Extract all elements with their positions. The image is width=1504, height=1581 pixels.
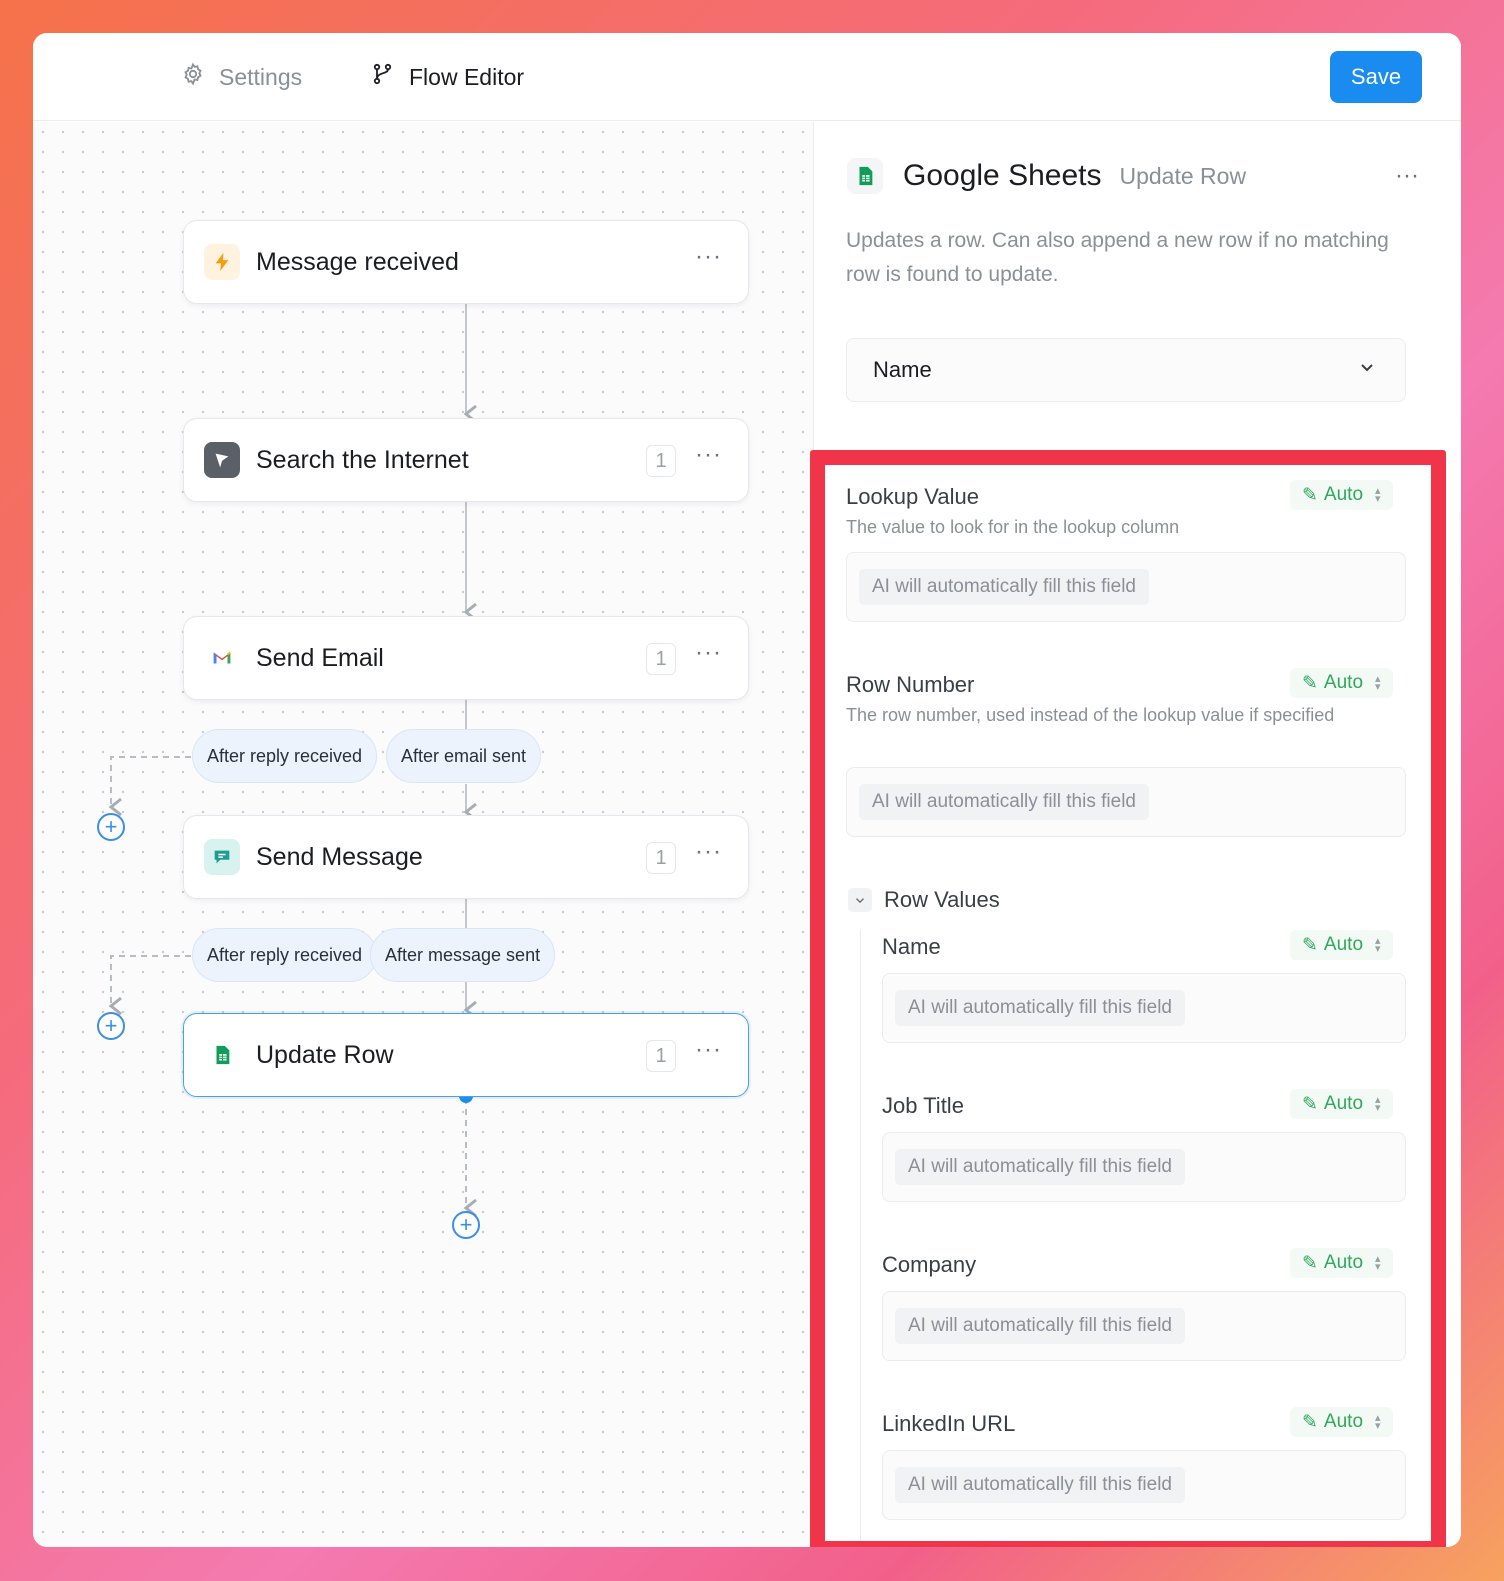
flow-node-update-row[interactable]: Update Row 1 ··· [183,1013,749,1097]
ai-fill-placeholder: AI will automatically fill this field [859,569,1149,605]
ai-fill-placeholder: AI will automatically fill this field [895,1149,1185,1185]
row-number-label: Row Number [846,672,975,697]
chat-message-icon [204,839,240,875]
node-title: Send Message [256,842,423,871]
add-step-button[interactable]: + [97,1012,125,1040]
node-count: 1 [646,445,676,477]
sort-arrows-icon: ▴ ▾ [1375,1253,1381,1273]
magic-wand-icon: ✎ [1302,1093,1318,1115]
step-config-panel: Google Sheets Update Row ··· Updates a r… [810,122,1461,1547]
tab-settings[interactable]: Settings [181,61,302,93]
auto-mode-toggle[interactable]: ✎ Auto ▴ ▾ [1290,1407,1393,1437]
row-value-linkedin-url-field[interactable]: AI will automatically fill this field [882,1450,1406,1520]
top-bar: Settings Flow Editor Save [33,33,1461,121]
lookup-column-select[interactable]: Name [846,338,1406,402]
edge-after-reply-received[interactable]: After reply received [192,928,378,982]
magic-wand-icon: ✎ [1302,672,1318,694]
node-count: 1 [646,643,676,675]
panel-title: Google Sheets [903,159,1102,192]
node-title: Search the Internet [256,445,469,474]
panel-description: Updates a row. Can also append a new row… [846,229,1389,286]
row-value-linkedin-url-label: LinkedIn URL [882,1411,1016,1436]
gear-icon [181,62,205,92]
app-window: Settings Flow Editor Save Message receiv… [33,33,1461,1547]
auto-label: Auto [1323,484,1364,505]
node-title: Message received [256,247,459,276]
auto-label: Auto [1323,934,1364,955]
add-step-button[interactable]: + [452,1211,480,1239]
auto-mode-toggle[interactable]: ✎ Auto ▴ ▾ [1290,480,1393,510]
auto-label: Auto [1323,1411,1364,1432]
ai-fill-placeholder: AI will automatically fill this field [895,1308,1185,1344]
magic-wand-icon: ✎ [1302,934,1318,956]
auto-mode-toggle[interactable]: ✎ Auto ▴ ▾ [1290,1089,1393,1119]
sort-arrows-icon: ▴ ▾ [1375,485,1381,505]
tab-settings-label: Settings [219,63,303,90]
sort-arrows-icon: ▴ ▾ [1375,673,1381,693]
lookup-value-label: Lookup Value [846,484,979,509]
flow-canvas[interactable]: Message received ··· Search the Internet… [33,122,814,1547]
magic-wand-icon: ✎ [1302,484,1318,506]
node-more-button[interactable]: ··· [695,639,722,667]
tab-flow-editor-label: Flow Editor [409,63,525,90]
auto-mode-toggle[interactable]: ✎ Auto ▴ ▾ [1290,1248,1393,1278]
panel-subtitle: Update Row [1119,162,1247,189]
node-count: 1 [646,1040,676,1072]
lightning-icon [204,244,240,280]
row-value-company-field[interactable]: AI will automatically fill this field [882,1291,1406,1361]
flow-node-send-message[interactable]: Send Message 1 ··· [183,815,749,899]
flow-branch-icon [371,62,395,92]
auto-label: Auto [1323,672,1364,693]
auto-mode-toggle[interactable]: ✎ Auto ▴ ▾ [1290,668,1393,698]
auto-label: Auto [1323,1252,1364,1273]
panel-header: Google Sheets Update Row [847,158,1246,194]
auto-label: Auto [1323,1093,1364,1114]
sort-arrows-icon: ▴ ▾ [1375,935,1381,955]
chevron-down-icon [856,898,864,904]
magic-wand-icon: ✎ [1302,1411,1318,1433]
magic-wand-icon: ✎ [1302,1252,1318,1274]
search-internet-icon [204,442,240,478]
row-value-job-title-field[interactable]: AI will automatically fill this field [882,1132,1406,1202]
edge-after-reply-received[interactable]: After reply received [192,729,378,783]
ai-fill-placeholder: AI will automatically fill this field [895,1467,1185,1503]
tab-flow-editor[interactable]: Flow Editor [371,61,524,93]
ai-fill-placeholder: AI will automatically fill this field [895,990,1185,1026]
row-number-field[interactable]: AI will automatically fill this field [846,767,1406,837]
flow-node-message-received[interactable]: Message received ··· [183,220,749,304]
chevron-down-icon [1361,364,1373,372]
node-more-button[interactable]: ··· [695,1036,722,1064]
google-sheets-icon [847,158,883,194]
row-value-name-label: Name [882,934,941,959]
add-step-button[interactable]: + [97,813,125,841]
google-sheets-icon [204,1037,240,1073]
sort-arrows-icon: ▴ ▾ [1375,1094,1381,1114]
row-values-label: Row Values [884,887,1000,912]
select-value: Name [873,357,932,382]
sort-arrows-icon: ▴ ▾ [1375,1412,1381,1432]
gmail-icon [204,640,240,676]
panel-more-button[interactable]: ··· [1395,162,1419,190]
node-more-button[interactable]: ··· [695,838,722,866]
node-title: Send Email [256,643,384,672]
flow-node-search-internet[interactable]: Search the Internet 1 ··· [183,418,749,502]
row-value-job-title-label: Job Title [882,1093,964,1118]
row-values-guide [860,930,861,1547]
node-more-button[interactable]: ··· [695,243,722,271]
edge-after-email-sent[interactable]: After email sent [386,729,542,783]
node-title: Update Row [256,1040,394,1069]
node-more-button[interactable]: ··· [695,441,722,469]
edge-after-message-sent[interactable]: After message sent [370,928,556,982]
auto-mode-toggle[interactable]: ✎ Auto ▴ ▾ [1290,930,1393,960]
lookup-value-field[interactable]: AI will automatically fill this field [846,552,1406,622]
row-number-help: The row number, used instead of the look… [846,705,1335,725]
lookup-value-help: The value to look for in the lookup colu… [846,517,1180,537]
ai-fill-placeholder: AI will automatically fill this field [859,784,1149,820]
flow-node-send-email[interactable]: Send Email 1 ··· [183,616,749,700]
row-value-name-field[interactable]: AI will automatically fill this field [882,973,1406,1043]
save-button[interactable]: Save [1330,51,1422,103]
node-count: 1 [646,842,676,874]
row-value-company-label: Company [882,1252,977,1277]
row-values-collapse-toggle[interactable] [848,888,872,912]
